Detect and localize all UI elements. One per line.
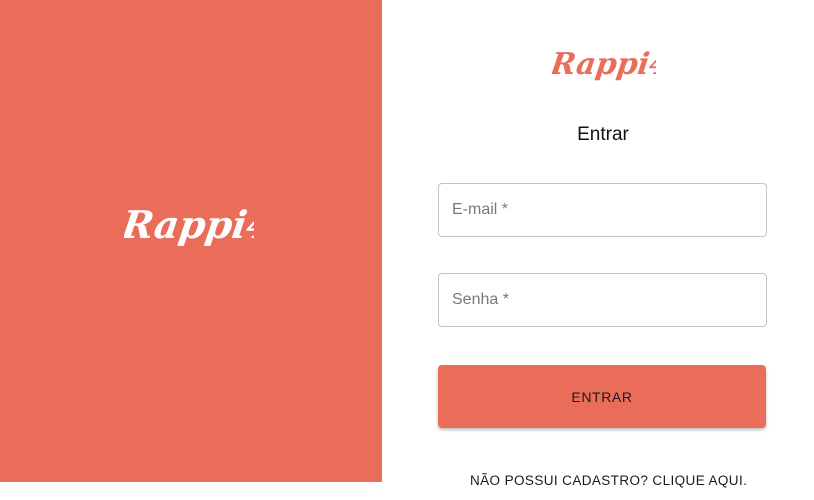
password-input[interactable]	[439, 274, 766, 326]
svg-text:Rappi4: Rappi4	[552, 47, 656, 82]
email-input[interactable]	[439, 184, 766, 236]
signup-link[interactable]: NÃO POSSUI CADASTRO? CLIQUE AQUI.	[470, 473, 747, 488]
login-panel: Rappi4 Entrar ENTRAR NÃO POSSUI CADASTRO…	[382, 0, 814, 500]
header-logo: Rappi4	[552, 47, 656, 82]
email-field[interactable]	[438, 183, 767, 237]
brand-logo: Rappi4	[124, 203, 254, 248]
svg-text:Rappi4: Rappi4	[124, 203, 254, 248]
login-button[interactable]: ENTRAR	[438, 365, 766, 428]
brand-panel: Rappi4	[0, 0, 382, 482]
login-page: Rappi4 Rappi4 Entrar ENTRAR NÃO POSSUI C…	[0, 0, 814, 500]
page-title: Entrar	[577, 124, 629, 145]
password-field[interactable]	[438, 273, 767, 327]
